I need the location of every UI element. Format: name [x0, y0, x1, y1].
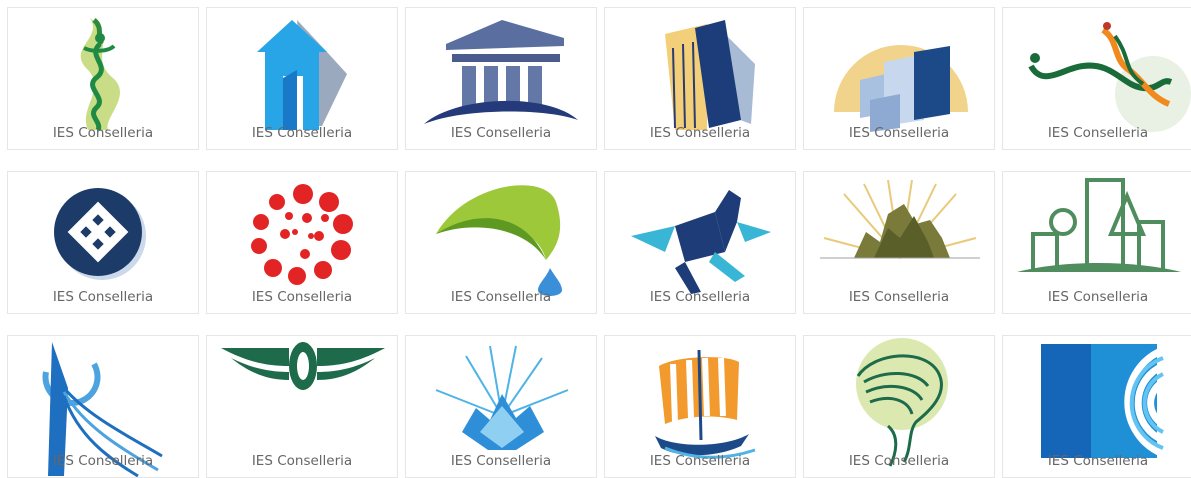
logo-card[interactable]: IES Conselleria: [1002, 335, 1191, 478]
logo-label: IES Conselleria: [251, 453, 353, 469]
logo-label: IES Conselleria: [450, 289, 552, 305]
logo-label: IES Conselleria: [450, 453, 552, 469]
logo-card[interactable]: IES Conselleria: [803, 171, 995, 314]
logo-card[interactable]: IES Conselleria: [803, 335, 995, 478]
logo-card[interactable]: IES Conselleria: [206, 7, 398, 150]
logo-label: IES Conselleria: [649, 453, 751, 469]
logo-card[interactable]: IES Conselleria: [604, 171, 796, 314]
logo-card[interactable]: IES Conselleria: [405, 171, 597, 314]
logo-card[interactable]: IES Conselleria: [1002, 171, 1191, 314]
logo-label: IES Conselleria: [52, 125, 154, 141]
logo-label: IES Conselleria: [848, 125, 950, 141]
logo-card[interactable]: IES Conselleria: [206, 335, 398, 478]
logo-card[interactable]: IES Conselleria: [7, 7, 199, 150]
logo-label: IES Conselleria: [848, 289, 950, 305]
logo-label: IES Conselleria: [1047, 453, 1149, 469]
logo-label: IES Conselleria: [649, 125, 751, 141]
logo-card[interactable]: IES Conselleria: [7, 335, 199, 478]
logo-card[interactable]: IES Conselleria: [1002, 7, 1191, 150]
logo-card[interactable]: IES Conselleria: [7, 171, 199, 314]
logo-card[interactable]: IES Conselleria: [206, 171, 398, 314]
logo-card[interactable]: IES Conselleria: [604, 7, 796, 150]
logo-label: IES Conselleria: [251, 289, 353, 305]
logo-card[interactable]: IES Conselleria: [405, 335, 597, 478]
logo-label: IES Conselleria: [251, 125, 353, 141]
logo-label: IES Conselleria: [52, 453, 154, 469]
logo-label: IES Conselleria: [649, 289, 751, 305]
logo-label: IES Conselleria: [848, 453, 950, 469]
logo-label: IES Conselleria: [450, 125, 552, 141]
logo-card[interactable]: IES Conselleria: [405, 7, 597, 150]
logo-card[interactable]: IES Conselleria: [803, 7, 995, 150]
logo-card[interactable]: IES Conselleria: [604, 335, 796, 478]
logo-label: IES Conselleria: [52, 289, 154, 305]
logo-label: IES Conselleria: [1047, 289, 1149, 305]
logo-label: IES Conselleria: [1047, 125, 1149, 141]
